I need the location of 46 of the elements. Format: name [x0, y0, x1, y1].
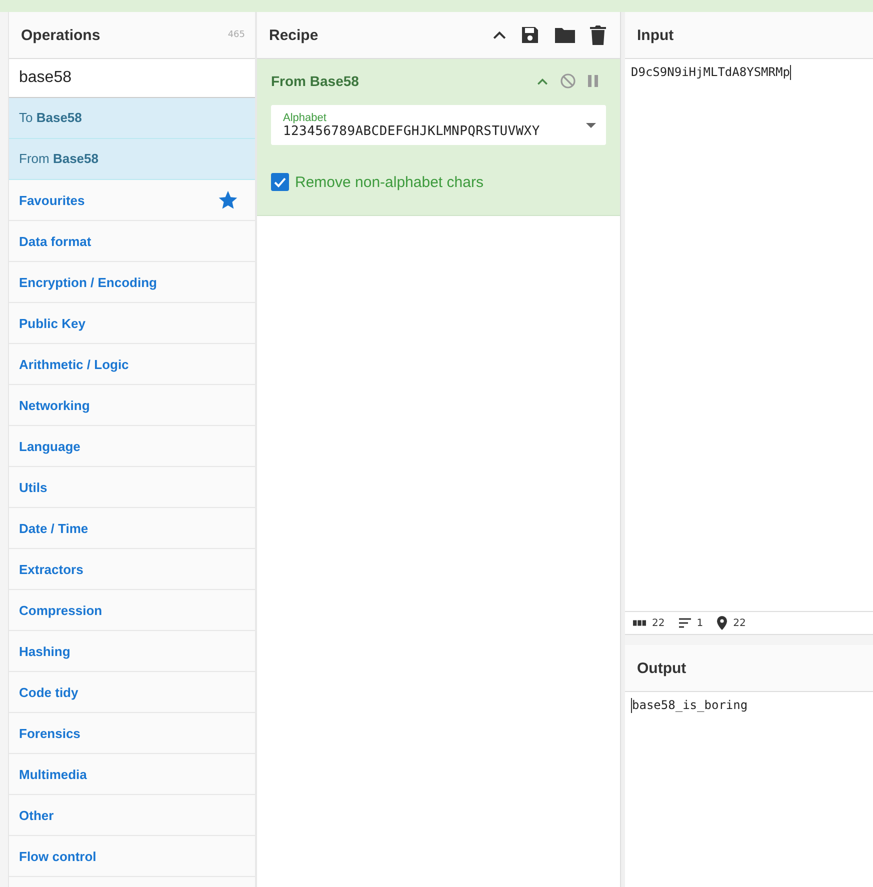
- operations-title: Operations: [21, 26, 100, 44]
- operation-title: From Base58: [271, 73, 359, 89]
- save-icon[interactable]: [520, 25, 540, 45]
- star-icon: [217, 189, 239, 211]
- category-label: Hashing: [19, 644, 70, 658]
- lines-icon: [678, 618, 691, 628]
- category-item[interactable]: Favourites: [9, 180, 255, 221]
- location-pin-icon: [717, 616, 728, 630]
- category-label: Compression: [19, 602, 102, 618]
- category-label: Extractors: [19, 562, 84, 576]
- category-label: Favourites: [19, 192, 85, 208]
- checkbox[interactable]: [271, 173, 289, 191]
- chevron-up-icon[interactable]: [493, 30, 506, 40]
- category-label: Date / Time: [19, 520, 88, 536]
- search-field[interactable]: base58: [9, 59, 255, 98]
- category-label: Flow control: [19, 848, 96, 864]
- operation-result[interactable]: From Base58: [9, 139, 255, 180]
- category-label: Forensics: [19, 726, 80, 740]
- folder-icon[interactable]: [554, 26, 576, 44]
- category-label: Utils: [19, 480, 48, 494]
- caret-icon: [586, 122, 596, 128]
- input-text[interactable]: D9cS9N9iHjMLTdA8YSMRMp: [631, 65, 790, 79]
- status-value: 22: [733, 618, 746, 628]
- category-label: Multimedia: [19, 766, 87, 782]
- pause-icon[interactable]: [588, 75, 598, 87]
- input-title: Input: [637, 26, 674, 44]
- category-label: Networking: [19, 398, 90, 412]
- output-text: base58_is_boring: [632, 698, 748, 712]
- recipe-title: Recipe: [269, 26, 318, 44]
- category-label: Data format: [19, 234, 92, 248]
- checkbox-label: Remove non-alphabet chars: [295, 174, 484, 190]
- category-label: Other: [19, 808, 54, 822]
- operations-count: 465: [228, 30, 245, 40]
- status-value: 1: [696, 618, 704, 628]
- disable-icon[interactable]: [560, 73, 576, 89]
- trash-icon[interactable]: [590, 25, 606, 45]
- text-length-icon: [633, 620, 646, 626]
- category-label: Public Key: [19, 316, 86, 330]
- status-value: 22: [652, 618, 665, 628]
- output-title: Output: [637, 660, 686, 676]
- alphabet-dropdown[interactable]: Alphabet 123456789ABCDEFGHJKLMNPQRSTUVWXY: [271, 105, 606, 145]
- category-label: Encryption / Encoding: [19, 274, 157, 290]
- category-label: Code tidy: [19, 684, 78, 700]
- category-label: Language: [19, 438, 80, 454]
- category-label: Arithmetic / Logic: [19, 356, 129, 372]
- operation-result[interactable]: To Base58: [9, 98, 255, 139]
